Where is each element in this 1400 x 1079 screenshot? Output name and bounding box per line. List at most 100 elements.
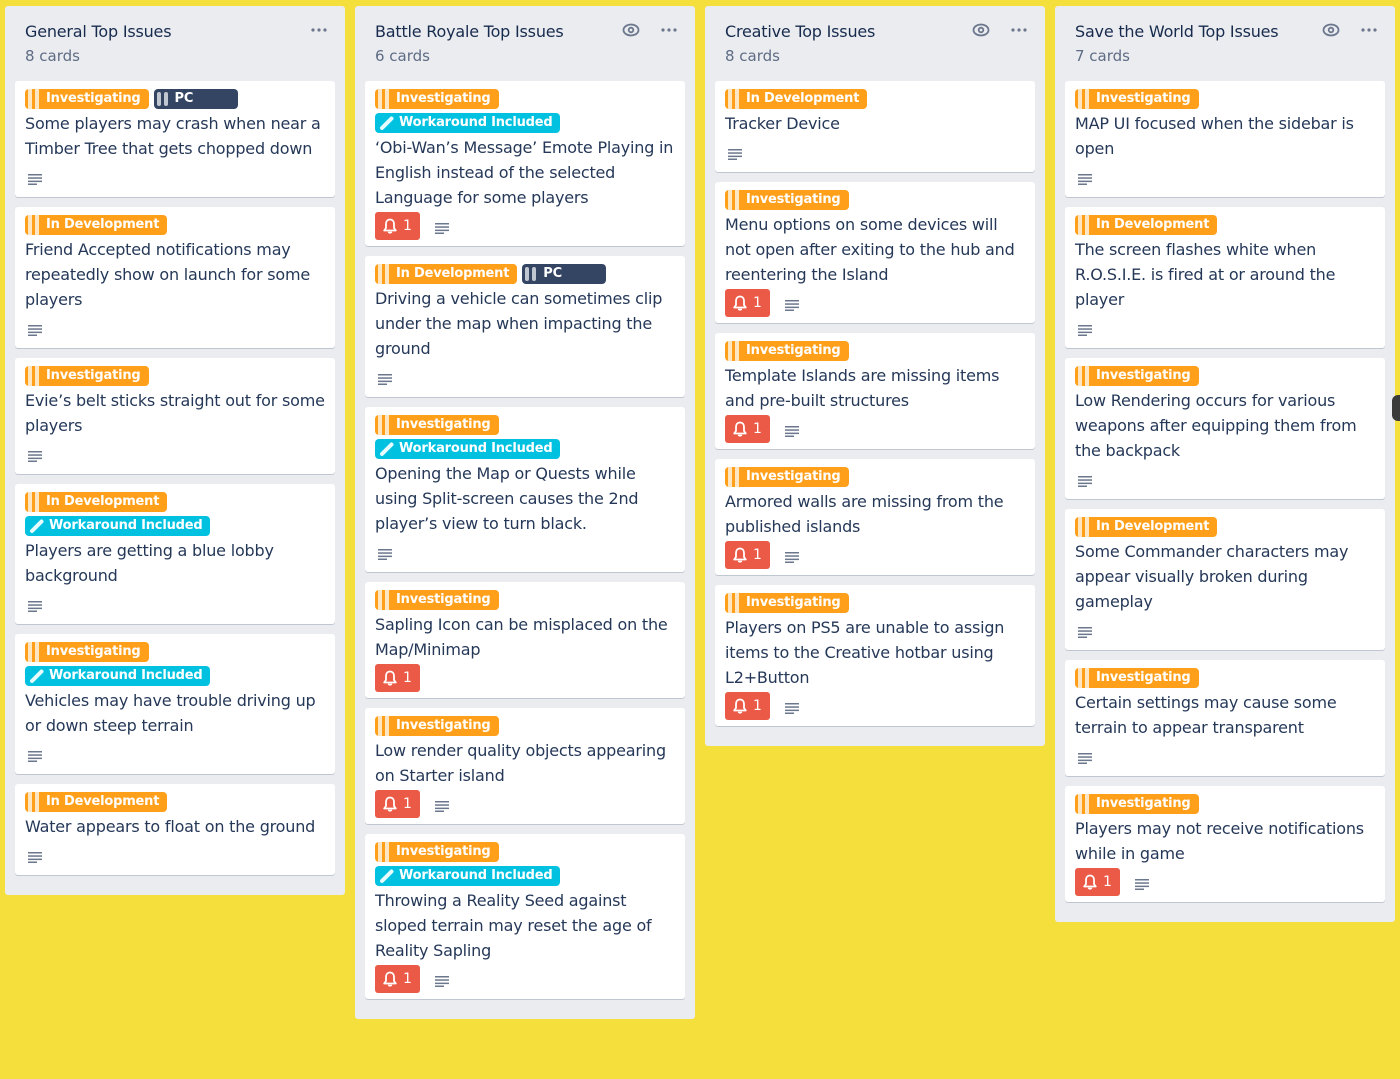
notification-badge[interactable]: 1 [725, 692, 770, 720]
bell-icon [383, 218, 397, 234]
label-investigating[interactable]: Investigating [25, 89, 149, 109]
card[interactable]: Investigating Players may not receive not… [1065, 786, 1385, 902]
label-investigating[interactable]: Investigating [375, 590, 499, 610]
description-icon [784, 548, 800, 563]
label-investigating[interactable]: Investigating [725, 467, 849, 487]
watch-eye-icon[interactable] [971, 20, 991, 40]
card[interactable]: Investigating PC Some players may crash wh… [15, 81, 335, 197]
label-investigating[interactable]: Investigating [375, 716, 499, 736]
card[interactable]: In Development The screen flashes white w… [1065, 207, 1385, 348]
label-workaround-included[interactable]: Workaround Included [25, 516, 211, 536]
label-in-development[interactable]: In Development [375, 264, 518, 284]
label-investigating[interactable]: Investigating [1075, 89, 1199, 109]
list-menu-ellipsis-icon[interactable] [1359, 20, 1379, 40]
card[interactable]: In Development Tracker Device [715, 81, 1035, 172]
description-icon [784, 422, 800, 437]
card[interactable]: Investigating Workaround Included Opening … [365, 407, 685, 572]
list-header-actions [309, 20, 329, 40]
label-investigating[interactable]: Investigating [1075, 366, 1199, 386]
notification-badge[interactable]: 1 [725, 415, 770, 443]
label-stripes-icon [28, 642, 39, 662]
label-stripes-icon [1078, 794, 1089, 814]
card-labels: Investigating [1075, 794, 1375, 814]
notification-count: 1 [403, 218, 412, 234]
card[interactable]: Investigating Workaround Included Throwing… [365, 834, 685, 999]
notification-badge[interactable]: 1 [725, 541, 770, 569]
description-icon [27, 747, 43, 762]
label-text: Investigating [46, 368, 141, 383]
notification-badge[interactable]: 1 [375, 212, 420, 240]
bell-icon [383, 670, 397, 686]
label-workaround-included[interactable]: Workaround Included [375, 866, 561, 886]
notification-badge[interactable]: 1 [375, 664, 420, 692]
label-investigating[interactable]: Investigating [375, 89, 499, 109]
label-in-development[interactable]: In Development [25, 792, 168, 812]
partial-avatar[interactable] [1392, 395, 1400, 421]
card-labels: Investigating [725, 341, 1025, 361]
label-investigating[interactable]: Investigating [375, 415, 499, 435]
card[interactable]: Investigating Armored walls are missing f… [715, 459, 1035, 575]
label-in-development[interactable]: In Development [1075, 517, 1218, 537]
label-workaround-included[interactable]: Workaround Included [25, 666, 211, 686]
label-investigating[interactable]: Investigating [25, 366, 149, 386]
label-investigating[interactable]: Investigating [375, 842, 499, 862]
label-in-development[interactable]: In Development [25, 215, 168, 235]
card-labels: In Development Workaround Included [25, 492, 325, 536]
label-investigating[interactable]: Investigating [725, 341, 849, 361]
label-stripes-icon [28, 215, 39, 235]
label-stripes-icon [28, 366, 39, 386]
card[interactable]: Investigating Players on PS5 are unable t… [715, 585, 1035, 726]
card[interactable]: In Development Water appears to float on … [15, 784, 335, 875]
card[interactable]: Investigating Workaround Included ‘Obi-Wan… [365, 81, 685, 246]
card-badges: 1 [725, 541, 1025, 569]
card[interactable]: Investigating Sapling Icon can be misplac… [365, 582, 685, 698]
label-investigating[interactable]: Investigating [1075, 794, 1199, 814]
card[interactable]: In Development Friend Accepted notificati… [15, 207, 335, 348]
label-text: In Development [1096, 217, 1210, 232]
label-in-development[interactable]: In Development [725, 89, 868, 109]
label-stripes-icon [728, 593, 739, 613]
description-icon [27, 597, 43, 612]
list-2: Creative Top Issues 8 cards In Development… [705, 6, 1045, 746]
card-labels: Investigating [1075, 89, 1375, 109]
card-title: Water appears to float on the ground [25, 817, 316, 836]
card[interactable]: Investigating MAP UI focused when the sid… [1065, 81, 1385, 197]
card[interactable]: Investigating Low Rendering occurs for va… [1065, 358, 1385, 499]
card[interactable]: Investigating Template Islands are missin… [715, 333, 1035, 449]
list-menu-ellipsis-icon[interactable] [659, 20, 679, 40]
list-menu-ellipsis-icon[interactable] [309, 20, 329, 40]
label-workaround-included[interactable]: Workaround Included [375, 113, 561, 133]
label-workaround-included[interactable]: Workaround Included [375, 439, 561, 459]
list-menu-ellipsis-icon[interactable] [1009, 20, 1029, 40]
card[interactable]: In Development Workaround Included Players… [15, 484, 335, 624]
card-count: 8 cards [25, 47, 80, 65]
label-text: Workaround Included [399, 115, 553, 130]
card-labels: Investigating Workaround Included [375, 89, 675, 133]
label-investigating[interactable]: Investigating [725, 593, 849, 613]
list-title[interactable]: General Top Issues [25, 20, 325, 44]
card[interactable]: Investigating Evie’s belt sticks straight… [15, 358, 335, 474]
card[interactable]: Investigating Menu options on some device… [715, 182, 1035, 323]
watch-eye-icon[interactable] [621, 20, 641, 40]
notification-badge[interactable]: 1 [375, 790, 420, 818]
notification-badge[interactable]: 1 [725, 289, 770, 317]
notification-badge[interactable]: 1 [375, 965, 420, 993]
card-labels: Investigating Workaround Included [375, 415, 675, 459]
watch-eye-icon[interactable] [1321, 20, 1341, 40]
label-investigating[interactable]: Investigating [1075, 668, 1199, 688]
label-pc[interactable]: PC [153, 89, 238, 109]
card[interactable]: In Development PC Driving a vehicle can so… [365, 256, 685, 397]
label-text: In Development [396, 266, 510, 281]
label-text: In Development [46, 217, 160, 232]
label-pc[interactable]: PC [522, 264, 607, 284]
card[interactable]: Investigating Certain settings may cause … [1065, 660, 1385, 776]
label-in-development[interactable]: In Development [25, 492, 168, 512]
label-in-development[interactable]: In Development [1075, 215, 1218, 235]
label-investigating[interactable]: Investigating [25, 642, 149, 662]
card[interactable]: Investigating Low render quality objects … [365, 708, 685, 824]
label-investigating[interactable]: Investigating [725, 190, 849, 210]
notification-badge[interactable]: 1 [1075, 868, 1120, 896]
card[interactable]: Investigating Workaround Included Vehicles… [15, 634, 335, 774]
card[interactable]: In Development Some Commander characters … [1065, 509, 1385, 650]
description-icon [784, 296, 800, 311]
